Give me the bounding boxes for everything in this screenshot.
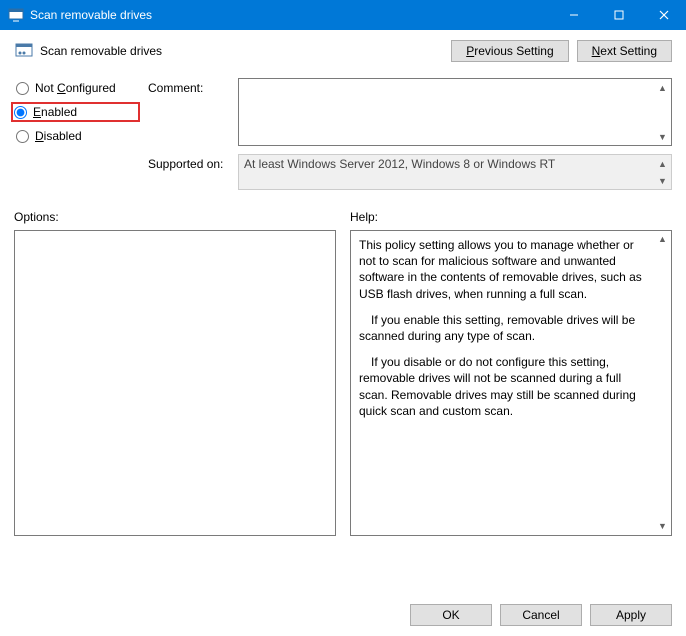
supported-on-label: Supported on: [148,154,228,190]
scroll-down-icon[interactable]: ▼ [654,172,671,189]
comment-label: Comment: [148,78,228,146]
options-box [14,230,336,536]
window-title: Scan removable drives [30,8,152,22]
scroll-up-icon[interactable]: ▲ [654,155,671,172]
radio-enabled-input[interactable] [14,106,27,119]
policy-icon [14,41,34,61]
help-paragraph: If you disable or do not configure this … [359,354,651,419]
radio-enabled-label: Enabled [33,105,77,119]
supported-on-value: At least Windows Server 2012, Windows 8 … [244,157,555,171]
radio-enabled[interactable]: Enabled [11,102,140,122]
next-setting-button[interactable]: Next Setting [577,40,672,62]
supported-on-box: At least Windows Server 2012, Windows 8 … [238,154,672,190]
comment-textarea[interactable]: ▲ ▼ [238,78,672,146]
radio-not-configured[interactable]: Not Configured [14,78,134,98]
options-label: Options: [14,210,336,224]
apply-button[interactable]: Apply [590,604,672,626]
radio-disabled[interactable]: Disabled [14,126,134,146]
help-box: This policy setting allows you to manage… [350,230,672,536]
scroll-down-icon[interactable]: ▼ [654,128,671,145]
policy-name: Scan removable drives [40,44,162,58]
help-paragraph: This policy setting allows you to manage… [359,237,651,302]
close-button[interactable] [641,0,686,30]
scroll-down-icon[interactable]: ▼ [654,518,671,535]
help-label: Help: [350,210,672,224]
radio-not-configured-input[interactable] [16,82,29,95]
maximize-button[interactable] [596,0,641,30]
app-icon [8,7,24,23]
scroll-up-icon[interactable]: ▲ [654,79,671,96]
previous-setting-button[interactable]: Previous Setting [451,40,568,62]
help-paragraph: If you enable this setting, removable dr… [359,312,651,344]
radio-not-configured-label: Not Configured [35,81,116,95]
ok-button[interactable]: OK [410,604,492,626]
scroll-up-icon[interactable]: ▲ [654,231,671,248]
minimize-button[interactable] [551,0,596,30]
cancel-button[interactable]: Cancel [500,604,582,626]
titlebar[interactable]: Scan removable drives [0,0,686,30]
radio-disabled-label: Disabled [35,129,82,143]
radio-disabled-input[interactable] [16,130,29,143]
